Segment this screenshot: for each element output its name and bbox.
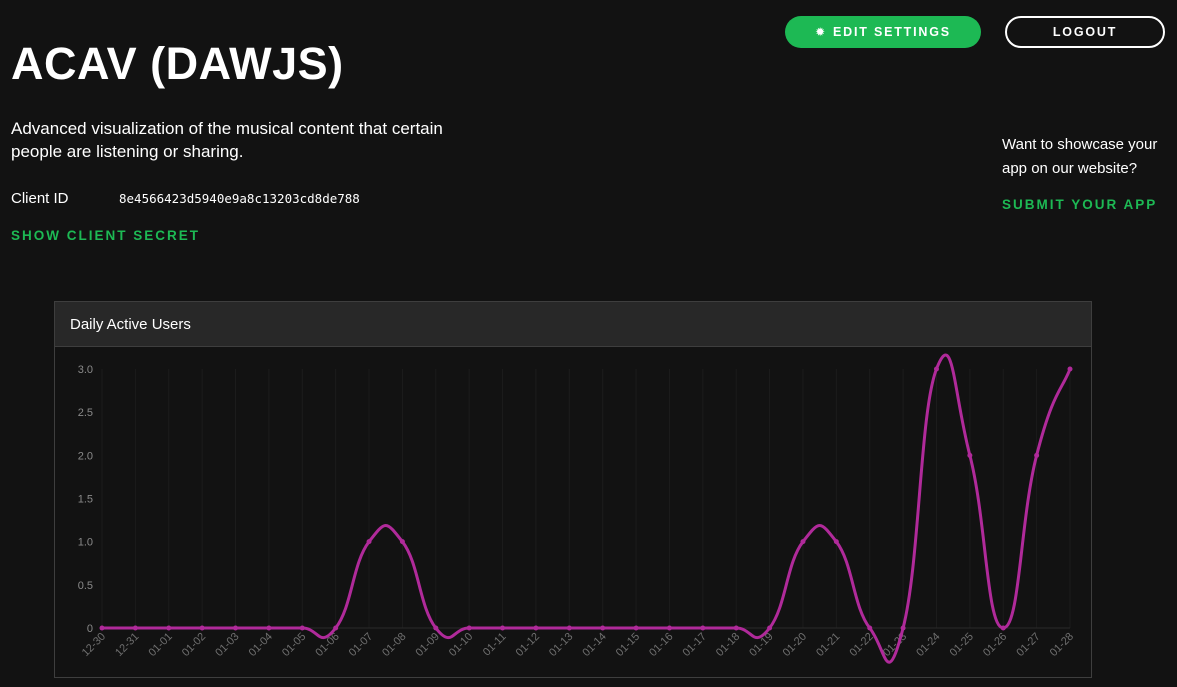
data-point [967,452,973,458]
data-point [399,539,405,545]
x-tick-label: 01-08 [380,631,408,659]
x-tick-label: 01-26 [981,631,1009,659]
data-point [366,539,372,545]
x-tick-label: 01-16 [647,631,675,659]
data-point [500,625,506,631]
data-point [266,625,272,631]
data-point [767,625,773,631]
y-tick-label: 0 [87,623,93,635]
y-tick-label: 1.0 [78,537,93,549]
x-tick-label: 01-14 [580,631,608,659]
showcase-text: Want to showcase your app on our website… [1002,136,1158,177]
y-tick-label: 2.5 [78,407,93,419]
x-tick-label: 01-10 [447,631,475,659]
x-tick-label: 01-24 [914,631,942,659]
data-point [533,625,539,631]
x-tick-label: 01-25 [948,631,976,659]
data-point [900,625,906,631]
x-tick-label: 01-18 [714,631,742,659]
app-title: ACAV (DAWJS) [11,38,344,89]
x-tick-label: 01-22 [847,631,875,659]
data-point [466,625,472,631]
daily-active-users-panel: Daily Active Users 0 0.5 1.0 1.5 2.0 2.5 3.0 12… [54,301,1092,678]
x-tick-label: 01-15 [614,631,642,659]
x-tick-label: 01-27 [1014,631,1042,659]
data-point [600,625,606,631]
x-tick-label: 12-31 [113,631,141,659]
y-tick-label: 3.0 [78,364,93,376]
x-tick-label: 01-11 [481,631,509,659]
data-point [132,625,138,631]
daily-active-users-chart: 00.51.01.52.02.53.012-30 12-31 01-01 01-02 0… [78,353,1076,664]
series-line [102,353,1072,664]
data-point [867,625,873,631]
data-point [1000,625,1006,631]
data-point [633,625,639,631]
data-point [733,625,739,631]
logout-label: LOGOUT [1052,25,1118,39]
y-tick-label: 2.0 [78,450,93,462]
data-point [99,625,105,631]
x-tick-label: 01-21 [814,631,842,659]
x-tick-label: 01-09 [414,631,442,659]
data-point [833,539,839,545]
x-tick-label: 01-03 [213,631,241,659]
edit-settings-label: EDIT SETTINGS [833,25,951,39]
client-id-label: Client ID [11,190,69,207]
gear-icon: ✹ [815,25,827,39]
x-tick-label: 01-07 [347,631,375,659]
data-point [566,625,572,631]
app-description: Advanced visualization of the musical co… [11,119,443,161]
data-point [166,625,172,631]
x-tick-label: 01-02 [180,631,208,659]
client-id-row: Client ID 8e4566423d5940e9a8c13203cd8de7… [11,190,360,207]
edit-settings-button[interactable]: ✹ EDIT SETTINGS [785,16,981,48]
y-tick-label: 0.5 [78,580,93,592]
x-tick-label: 01-01 [146,631,174,659]
x-tick-label: 01-04 [247,631,275,659]
chart-title: Daily Active Users [55,302,1091,347]
x-tick-label: 01-17 [681,631,709,659]
logout-button[interactable]: LOGOUT [1005,16,1165,48]
data-point [700,625,706,631]
client-id-value: 8e4566423d5940e9a8c13203cd8de788 [119,191,360,206]
data-point [233,625,239,631]
data-point [299,625,305,631]
data-point [199,625,205,631]
data-point [433,625,439,631]
y-tick-label: 1.5 [78,494,93,506]
data-point [800,539,806,545]
data-point [1067,366,1073,372]
x-tick-label: 01-13 [547,631,575,659]
x-tick-label: 01-12 [514,631,542,659]
show-client-secret-link[interactable]: SHOW CLIENT SECRET [11,228,200,243]
x-tick-label: 01-28 [1048,631,1076,659]
submit-your-app-link[interactable]: SUBMIT YOUR APP [1002,197,1157,212]
data-point [933,366,939,372]
x-tick-label: 01-20 [781,631,809,659]
data-point [333,625,339,631]
data-point [1034,452,1040,458]
data-point [666,625,672,631]
x-tick-label: 01-05 [280,631,308,659]
x-tick-label: 12-30 [80,631,108,659]
